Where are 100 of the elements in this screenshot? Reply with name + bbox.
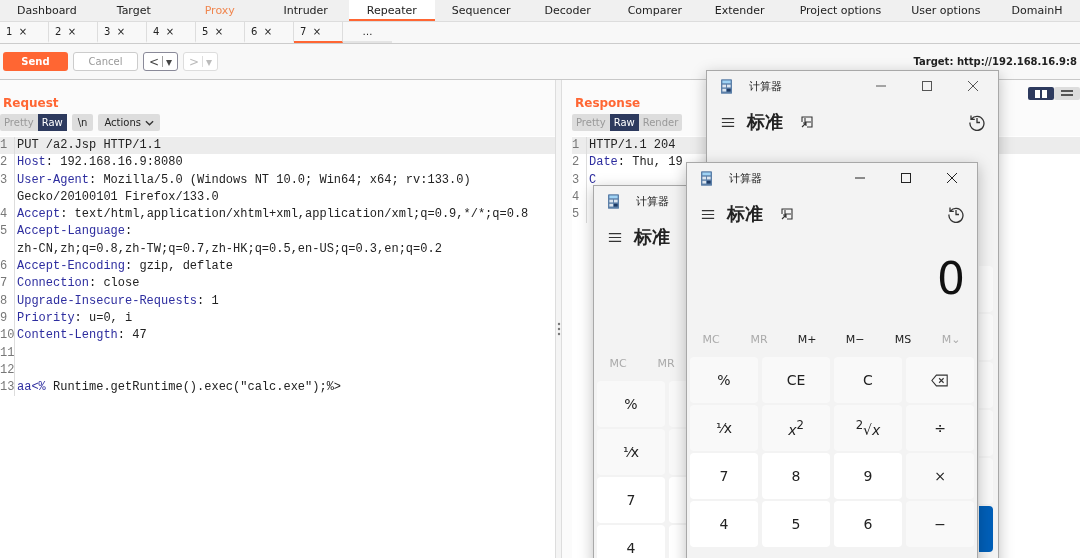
code-text: Gecko/20100101 Firefox/133.0 <box>17 189 219 204</box>
drag-handle-icon[interactable] <box>556 322 561 336</box>
main-tab[interactable]: Extender <box>696 0 783 21</box>
calculator-app-icon <box>608 193 619 209</box>
request-tab[interactable]: 1 × <box>0 22 49 43</box>
request-tab[interactable]: 3 × <box>98 22 147 43</box>
menu-icon[interactable] <box>721 116 735 128</box>
calculator-key[interactable]: $^{2}$√x <box>834 405 902 451</box>
calculator-key[interactable]: ÷ <box>906 405 974 451</box>
header-name: C <box>589 172 597 187</box>
backspace-key[interactable] <box>906 357 974 403</box>
equals-key[interactable] <box>979 506 993 552</box>
main-tab[interactable]: Repeater <box>348 0 435 21</box>
main-tab[interactable]: User options <box>894 0 994 21</box>
code-text: : gzip, deflate <box>125 259 234 274</box>
request-tab[interactable]: 7 × <box>294 22 343 43</box>
calculator-app-icon <box>701 170 712 186</box>
calculator-key[interactable]: ⅟x <box>597 429 665 475</box>
line-number: 5 <box>572 207 580 222</box>
keep-on-top-icon[interactable] <box>799 114 815 130</box>
code-text: PUT /a2.Jsp HTTP/1.1 <box>17 138 162 152</box>
calculator-key[interactable]: 7 <box>690 453 758 499</box>
backspace-icon <box>931 373 949 387</box>
line-number: 2 <box>0 155 8 170</box>
request-tab[interactable]: 4 × <box>147 22 196 43</box>
view-tab[interactable]: Raw <box>37 114 67 131</box>
line-number: 2 <box>572 155 580 170</box>
line-number: 5 <box>0 224 8 239</box>
code-text: : u=0, i <box>74 310 133 325</box>
main-tab[interactable]: DomainH <box>994 0 1080 21</box>
line-number: 8 <box>0 293 8 308</box>
keep-on-top-icon[interactable] <box>779 206 795 222</box>
calculator-key[interactable]: 7 <box>597 477 665 523</box>
target-label: Target: http://192.168.16.9:8 <box>913 56 1077 67</box>
line-number: 3 <box>0 172 8 187</box>
calculator-key[interactable] <box>979 362 993 408</box>
calculator-mode-title: 标准 <box>747 110 783 134</box>
main-tab[interactable]: Intruder <box>262 0 349 21</box>
header-name: Date <box>589 155 618 170</box>
memory-button[interactable]: M− <box>831 332 879 346</box>
calculator-key[interactable]: ⅟x <box>690 405 758 451</box>
calculator-key[interactable]: x$^{2}$ <box>762 405 830 451</box>
calculator-key[interactable]: 9 <box>834 453 902 499</box>
request-tab[interactable]: 2 × <box>49 22 98 43</box>
calculator-key[interactable] <box>979 314 993 360</box>
calculator-key[interactable]: 6 <box>834 501 902 547</box>
calculator-key[interactable]: C <box>834 357 902 403</box>
line-number: 10 <box>0 328 15 343</box>
header-name: Accept <box>17 207 61 222</box>
code-text: zh-CN,zh;q=0.8,zh-TW;q=0.7,zh-HK;q=0.5,en-US;q=0.3,en;q=0.2 <box>17 241 442 256</box>
calculator-key[interactable]: 4 <box>597 525 665 558</box>
view-tab[interactable]: Raw <box>609 114 639 131</box>
split-layout-icon[interactable] <box>1028 87 1054 100</box>
line-number: 13 <box>0 380 15 395</box>
actions-button[interactable]: Actions <box>98 114 160 131</box>
line-number: 1 <box>0 138 8 152</box>
menu-icon[interactable] <box>608 231 622 243</box>
code-text: : Thu, 19 <box>617 155 683 170</box>
menu-icon[interactable] <box>701 208 715 220</box>
calculator-key[interactable] <box>979 266 993 312</box>
request-tab[interactable]: 6 × <box>245 22 294 43</box>
main-tab[interactable]: Target <box>90 0 177 21</box>
header-name: Accept-Language <box>17 224 126 239</box>
code-text: : Mozilla/5.0 (Windows NT 10.0; Win64; x64; rv:133.0) <box>89 172 471 187</box>
history-nav-button[interactable]: < ▾ <box>143 52 178 71</box>
main-tab[interactable]: Sequencer <box>434 0 525 21</box>
line-number: 4 <box>572 189 580 204</box>
newline-button[interactable]: \n <box>71 114 94 131</box>
stacked-layout-icon[interactable] <box>1054 87 1080 100</box>
calculator-app-icon <box>721 78 732 94</box>
window-title: 计算器 <box>636 193 669 209</box>
calculator-key[interactable]: − <box>906 501 974 547</box>
request-tab[interactable]: 5 × <box>196 22 245 43</box>
header-name: aa<% <box>17 380 46 395</box>
main-tab[interactable]: Project options <box>782 0 895 21</box>
calculator-key[interactable]: 8 <box>762 453 830 499</box>
line-number: 11 <box>0 345 15 360</box>
history-icon[interactable] <box>968 113 986 131</box>
header-name: Accept-Encoding <box>17 259 126 274</box>
calculator-key[interactable]: % <box>597 381 665 427</box>
history-icon[interactable] <box>947 205 965 223</box>
calculator-key[interactable]: CE <box>762 357 830 403</box>
calculator-key[interactable]: 4 <box>690 501 758 547</box>
header-name: Content-Length <box>17 328 118 343</box>
main-tab[interactable]: Dashboard <box>0 0 91 21</box>
calculator-key[interactable]: % <box>690 357 758 403</box>
header-name: Connection <box>17 276 89 291</box>
more-tabs-tab[interactable]: … <box>343 22 392 43</box>
calculator-key[interactable] <box>979 410 993 456</box>
calculator-key[interactable]: 5 <box>762 501 830 547</box>
line-number: 12 <box>0 362 15 377</box>
line-number: 3 <box>572 172 580 187</box>
calculator-key[interactable]: × <box>906 453 974 499</box>
code-text: : text/html,application/xhtml+xml,application/xml;q=0.9,*/*;q=0.8 <box>60 207 529 222</box>
memory-button[interactable]: MS <box>879 332 927 346</box>
memory-button[interactable]: M+ <box>783 332 831 346</box>
calculator-key[interactable] <box>979 458 993 504</box>
main-tab[interactable]: Decoder <box>524 0 611 21</box>
line-number: 6 <box>0 259 8 274</box>
main-tab[interactable]: Comparer <box>610 0 697 21</box>
